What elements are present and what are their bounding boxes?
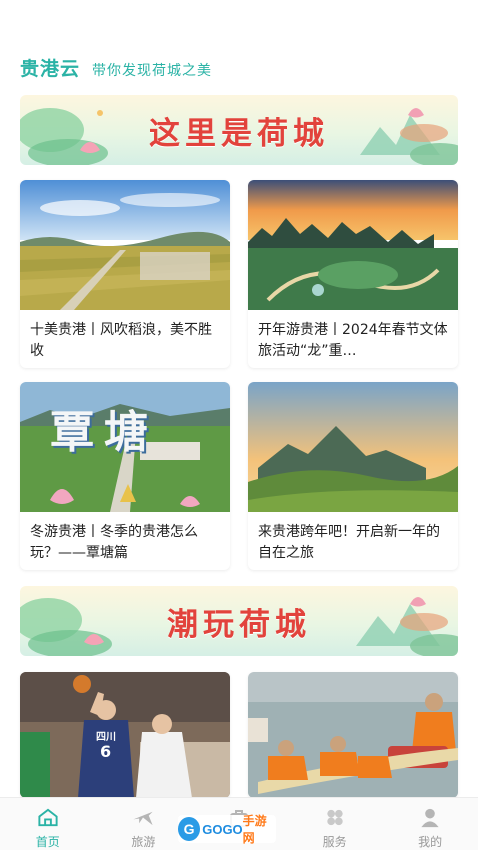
brand-slogan: 带你发现荷城之美 bbox=[92, 63, 213, 79]
tab-label: 旅游 bbox=[131, 835, 156, 849]
article-title: 十美贵港丨风吹稻浪，美不胜收 bbox=[30, 322, 212, 359]
banner-title: 这里是荷城 bbox=[149, 116, 329, 152]
watermark-suffix: 手游网 bbox=[242, 814, 267, 845]
tab-label: 我的 bbox=[418, 835, 443, 849]
home-icon bbox=[38, 808, 58, 827]
section-banner-trendy-hecheng[interactable]: 潮玩荷城 bbox=[20, 586, 458, 656]
article-title: 冬游贵港丨冬季的贵港怎么玩？——覃塘篇 bbox=[30, 524, 198, 561]
article-image bbox=[248, 672, 458, 798]
tab-label: 服务 bbox=[322, 835, 347, 849]
article-image: 四川 6 bbox=[20, 672, 230, 798]
tab-label: 首页 bbox=[35, 835, 60, 849]
banner-title: 潮玩荷城 bbox=[167, 607, 311, 643]
site-watermark: G GOGO 手游网 bbox=[178, 814, 276, 845]
article-image: 覃塘 bbox=[20, 382, 230, 512]
brand-title: 贵港云 bbox=[20, 58, 81, 80]
section-banner-here-is-hecheng[interactable]: 这里是荷城 bbox=[20, 95, 458, 165]
article-card[interactable]: 来贵港跨年吧！开启新一年的自在之旅 bbox=[248, 382, 458, 570]
article-card[interactable]: 覃塘 冬游贵港丨冬季的贵港怎么玩？——覃塘篇 bbox=[20, 382, 230, 570]
article-image bbox=[20, 180, 230, 310]
article-card[interactable]: 十美贵港丨风吹稻浪，美不胜收 bbox=[20, 180, 230, 368]
tab-travel[interactable]: 旅游 bbox=[96, 798, 192, 850]
article-image bbox=[248, 180, 458, 310]
tab-service[interactable]: 服务 bbox=[287, 798, 383, 850]
app-header: 贵港云 带你发现荷城之美 bbox=[20, 54, 212, 80]
watermark-logo-icon: G bbox=[178, 817, 201, 841]
article-card[interactable] bbox=[248, 672, 458, 798]
image-caption-text: 覃塘 bbox=[50, 407, 158, 458]
article-title: 来贵港跨年吧！开启新一年的自在之旅 bbox=[258, 524, 440, 561]
article-title: 开年游贵港丨2024年春节文体旅活动“龙”重… bbox=[258, 322, 448, 359]
article-image bbox=[248, 382, 458, 512]
tab-home[interactable]: 首页 bbox=[0, 798, 96, 850]
article-card[interactable]: 四川 6 bbox=[20, 672, 230, 798]
jersey-number-text: 6 bbox=[100, 742, 112, 761]
article-card[interactable]: 开年游贵港丨2024年春节文体旅活动“龙”重… bbox=[248, 180, 458, 368]
jersey-team-text: 四川 bbox=[96, 732, 116, 743]
tab-profile[interactable]: 我的 bbox=[382, 798, 478, 850]
watermark-text: GOGO bbox=[202, 821, 243, 837]
travel-icon bbox=[133, 811, 153, 826]
profile-icon bbox=[421, 808, 439, 828]
service-icon bbox=[326, 809, 343, 826]
